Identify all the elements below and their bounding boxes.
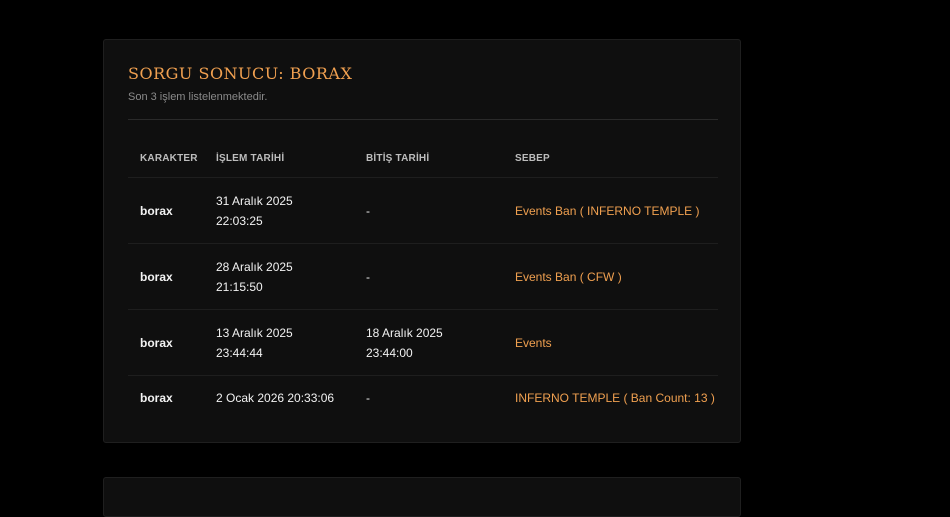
- cell-character: borax: [140, 391, 173, 405]
- cell-character: borax: [128, 177, 204, 244]
- date-text: -: [366, 269, 370, 284]
- cell-reason: INFERNO TEMPLE ( Ban Count: 13 ): [515, 391, 715, 405]
- date-text: 2 Ocak 2026 20:33:06: [216, 391, 335, 405]
- cell-character: borax: [128, 309, 204, 376]
- cell-action-date: 31 Aralık 2025 22:03:25: [204, 177, 354, 244]
- column-header-end-date: BİTİŞ TARİHİ: [354, 139, 503, 178]
- column-header-character: KARAKTER: [128, 139, 204, 178]
- date-text: 28 Aralık 2025: [216, 259, 293, 274]
- cell-reason: Events Ban ( CFW ): [503, 243, 718, 310]
- result-subtitle: Son 3 işlem listelenmektedir.: [128, 91, 268, 103]
- cell-reason: Events: [503, 309, 718, 376]
- history-table: KARAKTER İŞLEM TARİHİ BİTİŞ TARİHİ SEBEP…: [128, 139, 718, 420]
- time-text: 22:03:25: [216, 213, 263, 228]
- date-text: 18 Aralık 2025: [366, 325, 443, 340]
- column-header-reason: SEBEP: [503, 139, 718, 178]
- table-row: borax 28 Aralık 2025 21:15:50 - Events B…: [128, 243, 718, 310]
- table-header-row: KARAKTER İŞLEM TARİHİ BİTİŞ TARİHİ SEBEP: [128, 139, 718, 178]
- cell-end-date: -: [354, 243, 503, 310]
- date-text: -: [366, 203, 370, 218]
- cell-action-date: 13 Aralık 2025 23:44:44: [204, 309, 354, 376]
- table-row: borax 2 Ocak 2026 20:33:06 - INFERNO TEM…: [128, 376, 718, 421]
- header-divider: [128, 119, 718, 120]
- table-row: borax 13 Aralık 2025 23:44:44 18 Aralık …: [128, 309, 718, 376]
- date-text: -: [366, 391, 370, 405]
- time-text: 21:15:50: [216, 279, 263, 294]
- time-text: 23:44:44: [216, 345, 263, 360]
- column-header-action-date: İŞLEM TARİHİ: [204, 139, 354, 178]
- cell-end-date: 18 Aralık 2025 23:44:00: [354, 309, 503, 376]
- cell-action-date: 28 Aralık 2025 21:15:50: [204, 243, 354, 310]
- query-result-card: SORGU SONUCU: BORAX Son 3 işlem listelen…: [103, 39, 741, 443]
- page-title: SORGU SONUCU: BORAX: [128, 64, 353, 83]
- date-text: 13 Aralık 2025: [216, 325, 293, 340]
- cell-reason: Events Ban ( INFERNO TEMPLE ): [503, 177, 718, 244]
- next-card: [103, 477, 741, 517]
- cell-end-date: -: [354, 376, 503, 421]
- date-text: 31 Aralık 2025: [216, 193, 293, 208]
- cell-action-date: 2 Ocak 2026 20:33:06: [204, 376, 354, 421]
- table-row: borax 31 Aralık 2025 22:03:25 - Events B…: [128, 177, 718, 244]
- time-text: 23:44:00: [366, 345, 413, 360]
- cell-end-date: -: [354, 177, 503, 244]
- cell-character: borax: [128, 243, 204, 310]
